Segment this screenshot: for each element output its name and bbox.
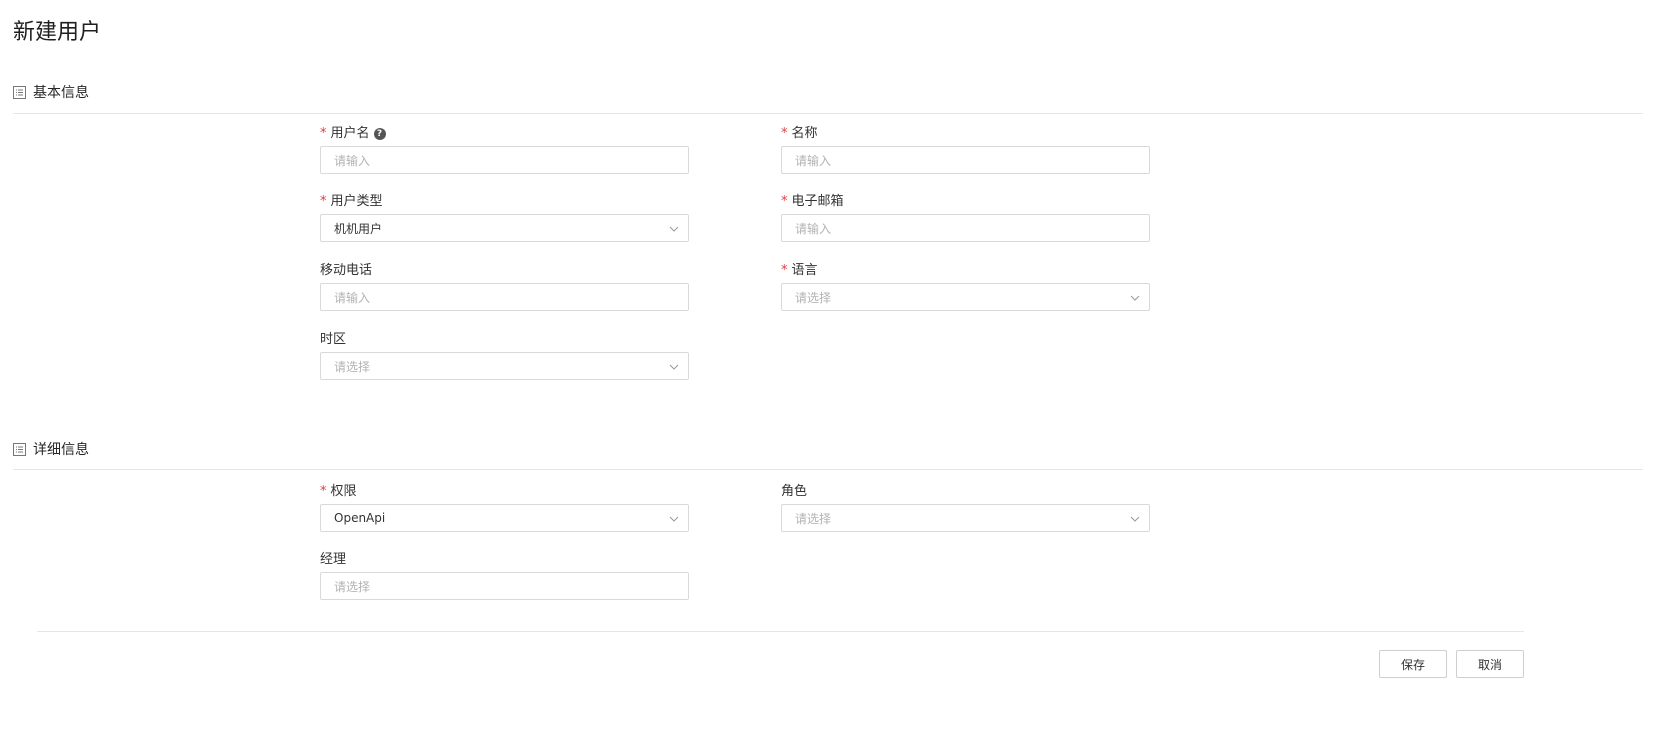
language-select[interactable]: 请选择 xyxy=(781,283,1150,311)
required-marker: * xyxy=(781,126,788,141)
user-type-label: * 用户类型 xyxy=(320,193,689,211)
permission-field-group: * 权限 OpenApi xyxy=(320,483,689,532)
list-doc-icon xyxy=(13,85,26,99)
name-label-text: 名称 xyxy=(791,126,818,141)
section-detail-header: 详细信息 xyxy=(13,439,89,459)
manager-placeholder: 请选择 xyxy=(334,579,371,594)
language-label: * 语言 xyxy=(781,262,1150,280)
permission-label-text: 权限 xyxy=(330,484,357,499)
page-title: 新建用户 xyxy=(13,20,102,45)
email-placeholder: 请输入 xyxy=(795,221,832,236)
role-field-group: 角色 请选择 xyxy=(781,483,1150,532)
manager-input[interactable]: 请选择 xyxy=(320,572,689,600)
name-label: * 名称 xyxy=(781,125,1150,143)
required-marker: * xyxy=(781,194,788,209)
timezone-placeholder: 请选择 xyxy=(334,359,371,374)
permission-value: OpenApi xyxy=(334,511,386,525)
email-label-text: 电子邮箱 xyxy=(791,194,844,209)
mobile-placeholder: 请输入 xyxy=(334,290,371,305)
help-icon[interactable]: ? xyxy=(373,128,386,140)
timezone-field-group: 时区 请选择 xyxy=(320,331,689,380)
section-detail-title: 详细信息 xyxy=(33,442,89,458)
chevron-down-icon xyxy=(1130,295,1140,301)
name-field-group: * 名称 请输入 xyxy=(781,125,1150,174)
chevron-down-icon xyxy=(669,516,679,522)
section-basic-title: 基本信息 xyxy=(33,85,89,101)
timezone-label: 时区 xyxy=(320,331,689,349)
required-marker: * xyxy=(781,263,788,278)
user-type-select[interactable]: 机机用户 xyxy=(320,214,689,242)
chevron-down-icon xyxy=(669,364,679,370)
username-field-group: * 用户名 ? 请输入 xyxy=(320,125,689,174)
role-label: 角色 xyxy=(781,483,1150,501)
language-label-text: 语言 xyxy=(791,263,818,278)
required-marker: * xyxy=(320,484,327,499)
required-marker: * xyxy=(320,194,327,209)
manager-label: 经理 xyxy=(320,551,689,569)
permission-select[interactable]: OpenApi xyxy=(320,504,689,532)
permission-label: * 权限 xyxy=(320,483,689,501)
mobile-field-group: 移动电话 请输入 xyxy=(320,262,689,311)
name-input[interactable]: 请输入 xyxy=(781,146,1150,174)
footer-divider xyxy=(37,631,1524,632)
user-type-field-group: * 用户类型 机机用户 xyxy=(320,193,689,242)
username-label: * 用户名 ? xyxy=(320,125,689,143)
section-divider xyxy=(13,469,1643,470)
name-placeholder: 请输入 xyxy=(795,153,832,168)
mobile-input[interactable]: 请输入 xyxy=(320,283,689,311)
user-type-value: 机机用户 xyxy=(334,221,383,236)
username-input[interactable]: 请输入 xyxy=(320,146,689,174)
role-select[interactable]: 请选择 xyxy=(781,504,1150,532)
timezone-select[interactable]: 请选择 xyxy=(320,352,689,380)
chevron-down-icon xyxy=(1130,516,1140,522)
manager-label-text: 经理 xyxy=(320,552,347,567)
username-label-text: 用户名 xyxy=(330,126,370,141)
manager-field-group: 经理 请选择 xyxy=(320,551,689,600)
language-placeholder: 请选择 xyxy=(795,290,832,305)
section-divider xyxy=(13,113,1643,114)
chevron-down-icon xyxy=(669,226,679,232)
role-label-text: 角色 xyxy=(781,484,808,499)
required-marker: * xyxy=(320,126,327,141)
role-placeholder: 请选择 xyxy=(795,511,832,526)
email-field-group: * 电子邮箱 请输入 xyxy=(781,193,1150,242)
username-placeholder: 请输入 xyxy=(334,153,371,168)
timezone-label-text: 时区 xyxy=(320,332,347,347)
cancel-button[interactable]: 取消 xyxy=(1456,650,1524,678)
mobile-label-text: 移动电话 xyxy=(320,263,373,278)
save-button[interactable]: 保存 xyxy=(1379,650,1447,678)
language-field-group: * 语言 请选择 xyxy=(781,262,1150,311)
mobile-label: 移动电话 xyxy=(320,262,689,280)
email-label: * 电子邮箱 xyxy=(781,193,1150,211)
list-doc-icon xyxy=(13,442,26,456)
user-type-label-text: 用户类型 xyxy=(330,194,383,209)
section-basic-header: 基本信息 xyxy=(13,82,89,102)
email-input[interactable]: 请输入 xyxy=(781,214,1150,242)
